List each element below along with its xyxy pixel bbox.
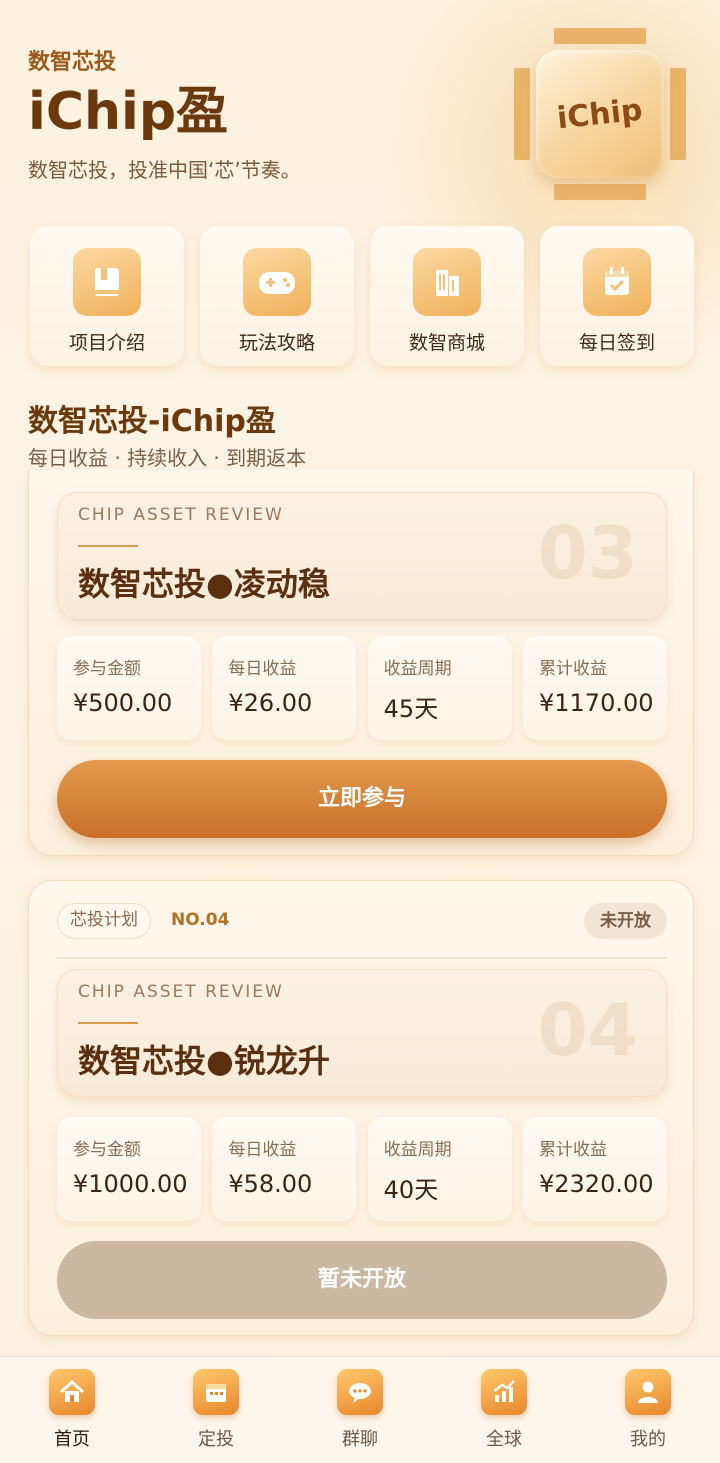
menu-item-guide[interactable]: 玩法攻略 xyxy=(200,226,354,366)
review-divider xyxy=(78,545,138,547)
review-caption: CHIP ASSET REVIEW xyxy=(78,505,284,525)
chip-pin xyxy=(554,184,646,200)
product-card: 芯投计划 NO.04 未开放 CHIP ASSET REVIEW 数智芯投●锐龙… xyxy=(28,880,694,1336)
tab-label: 我的 xyxy=(630,1429,666,1450)
tab-invest[interactable]: 定投 xyxy=(156,1357,276,1463)
stat-label: 每日收益 xyxy=(228,1140,297,1160)
stat-period: 收益周期 45天 xyxy=(367,636,512,740)
asset-review-panel: CHIP ASSET REVIEW 数智芯投●凌动稳 03 xyxy=(57,492,667,620)
product-name: 数智芯投●凌动稳 xyxy=(78,565,330,603)
header-subtitle: 数智芯投 xyxy=(28,50,117,75)
stat-daily-income: 每日收益 ¥26.00 xyxy=(212,636,357,740)
asset-review-panel: CHIP ASSET REVIEW 数智芯投●锐龙升 04 xyxy=(57,969,667,1097)
tab-label: 群聊 xyxy=(342,1429,378,1450)
building-icon xyxy=(413,248,481,316)
stat-value: ¥500.00 xyxy=(73,689,173,717)
stat-daily-income: 每日收益 ¥58.00 xyxy=(212,1117,357,1221)
chip-logo-text: iChip xyxy=(555,92,645,136)
product-number-watermark: 03 xyxy=(537,511,638,595)
menu-label: 玩法攻略 xyxy=(238,332,315,354)
quick-menu: 项目介绍 玩法攻略 数智商城 每日签到 xyxy=(30,226,694,366)
stat-value: ¥2320.00 xyxy=(538,1170,654,1198)
calendar-icon xyxy=(193,1369,239,1415)
stats-row: 参与金额 ¥1000.00 每日收益 ¥58.00 收益周期 40天 累计收益 … xyxy=(57,1117,667,1221)
stat-investment: 参与金额 ¥1000.00 xyxy=(57,1117,201,1221)
home-icon xyxy=(49,1369,95,1415)
stat-value: ¥1000.00 xyxy=(73,1170,188,1198)
gamepad-icon xyxy=(243,248,311,316)
stat-total-income: 累计收益 ¥1170.00 xyxy=(522,636,667,740)
stat-label: 参与金额 xyxy=(73,1140,141,1160)
user-icon xyxy=(625,1369,671,1415)
plan-tag: 芯投计划 xyxy=(57,903,151,939)
menu-item-project-intro[interactable]: 项目介绍 xyxy=(30,226,184,366)
not-open-button: 暂未开放 xyxy=(57,1241,667,1319)
stat-label: 参与金额 xyxy=(73,659,141,679)
menu-item-checkin[interactable]: 每日签到 xyxy=(540,226,694,366)
chat-icon xyxy=(337,1369,383,1415)
tab-global[interactable]: 全球 xyxy=(444,1357,564,1463)
review-caption: CHIP ASSET REVIEW xyxy=(78,982,284,1002)
section-subtitle: 每日收益 · 持续收入 · 到期返本 xyxy=(28,446,307,470)
tab-label: 定投 xyxy=(198,1429,234,1450)
card-header: 芯投计划 NO.04 未开放 xyxy=(57,903,667,943)
stat-investment: 参与金额 ¥500.00 xyxy=(57,636,201,740)
card-divider xyxy=(57,957,667,959)
stat-value: ¥1170.00 xyxy=(538,689,654,717)
chip-pin xyxy=(514,68,530,160)
stat-label: 收益周期 xyxy=(383,1140,452,1160)
menu-item-mall[interactable]: 数智商城 xyxy=(370,226,524,366)
stat-label: 累计收益 xyxy=(538,1140,607,1160)
calendar-check-icon xyxy=(583,248,651,316)
product-number-watermark: 04 xyxy=(537,988,638,1072)
stat-period: 收益周期 40天 xyxy=(367,1117,512,1221)
section-title: 数智芯投-iChip盈 xyxy=(28,404,276,439)
book-icon xyxy=(73,248,141,316)
menu-label: 项目介绍 xyxy=(68,332,145,354)
tab-home[interactable]: 首页 xyxy=(12,1357,132,1463)
stat-value: ¥26.00 xyxy=(228,689,313,717)
product-card: CHIP ASSET REVIEW 数智芯投●凌动稳 03 参与金额 ¥500.… xyxy=(28,470,694,856)
stat-value: 40天 xyxy=(383,1176,439,1204)
review-divider xyxy=(78,1022,138,1024)
chip-body: iChip xyxy=(536,50,664,178)
header: 数智芯投 iChip盈 数智芯投，投准中国‘芯’节奏。 xyxy=(28,44,301,183)
status-badge: 未开放 xyxy=(584,903,667,939)
chip-logo: iChip xyxy=(514,28,686,200)
stats-row: 参与金额 ¥500.00 每日收益 ¥26.00 收益周期 45天 累计收益 ¥… xyxy=(57,636,667,740)
stat-label: 收益周期 xyxy=(383,659,452,679)
chip-pin xyxy=(670,68,686,160)
stat-total-income: 累计收益 ¥2320.00 xyxy=(522,1117,667,1221)
tab-group-chat[interactable]: 群聊 xyxy=(300,1357,420,1463)
header-description: 数智芯投，投准中国‘芯’节奏。 xyxy=(28,158,301,182)
tab-label: 首页 xyxy=(54,1429,90,1450)
stat-label: 累计收益 xyxy=(538,659,607,679)
stat-value: 45天 xyxy=(383,695,439,723)
app-title: iChip盈 xyxy=(28,82,229,142)
menu-label: 数智商城 xyxy=(408,332,485,354)
chip-pin xyxy=(554,28,646,44)
tab-label: 全球 xyxy=(486,1429,522,1450)
join-button[interactable]: 立即参与 xyxy=(57,760,667,838)
stat-value: ¥58.00 xyxy=(228,1170,313,1198)
growth-chart-icon xyxy=(481,1369,527,1415)
product-name: 数智芯投●锐龙升 xyxy=(78,1042,330,1080)
plan-number: NO.04 xyxy=(171,910,230,930)
stat-label: 每日收益 xyxy=(228,659,297,679)
tab-mine[interactable]: 我的 xyxy=(588,1357,708,1463)
bottom-tab-bar: 首页 定投 群聊 全球 我的 xyxy=(0,1356,720,1463)
menu-label: 每日签到 xyxy=(578,332,655,354)
